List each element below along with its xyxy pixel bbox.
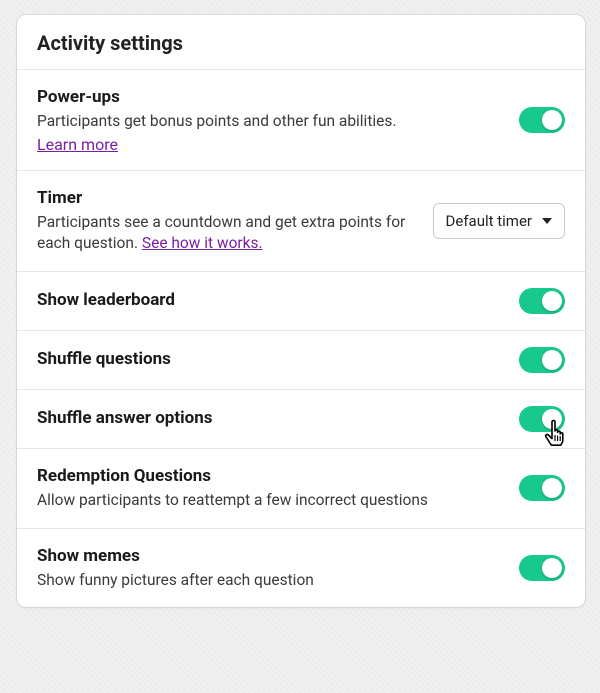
row-timer: Timer Participants see a countdown and g…: [17, 170, 585, 271]
toggle-memes[interactable]: [519, 555, 565, 581]
row-text-redemption: Redemption Questions Allow participants …: [37, 465, 503, 512]
see-how-it-works-link[interactable]: See how it works.: [142, 234, 263, 252]
row-title-shuffle-answers: Shuffle answer options: [37, 407, 503, 430]
row-text-timer: Timer Participants see a countdown and g…: [37, 187, 417, 255]
row-title-redemption: Redemption Questions: [37, 465, 503, 488]
row-text-power-ups: Power-ups Participants get bonus points …: [37, 86, 503, 154]
row-title-shuffle-questions: Shuffle questions: [37, 348, 503, 371]
chevron-down-icon: [542, 218, 552, 224]
toggle-knob: [542, 291, 562, 311]
toggle-knob: [542, 110, 562, 130]
row-leaderboard: Show leaderboard: [17, 271, 585, 330]
toggle-knob: [542, 409, 562, 429]
panel-header: Activity settings: [17, 15, 585, 69]
toggle-shuffle-questions[interactable]: [519, 347, 565, 373]
row-power-ups: Power-ups Participants get bonus points …: [17, 69, 585, 170]
row-text-shuffle-questions: Shuffle questions: [37, 348, 503, 371]
row-title-leaderboard: Show leaderboard: [37, 289, 503, 312]
row-title-power-ups: Power-ups: [37, 86, 503, 109]
row-desc-power-ups: Participants get bonus points and other …: [37, 111, 503, 133]
row-desc-timer: Participants see a countdown and get ext…: [37, 212, 417, 255]
row-title-timer: Timer: [37, 187, 417, 210]
toggle-power-ups[interactable]: [519, 107, 565, 133]
toggle-redemption[interactable]: [519, 475, 565, 501]
timer-select[interactable]: Default timer: [433, 203, 565, 239]
row-redemption: Redemption Questions Allow participants …: [17, 448, 585, 528]
toggle-knob: [542, 558, 562, 578]
row-text-memes: Show memes Show funny pictures after eac…: [37, 545, 503, 592]
timer-select-value: Default timer: [446, 212, 532, 230]
row-text-shuffle-answers: Shuffle answer options: [37, 407, 503, 430]
panel-title: Activity settings: [37, 31, 565, 55]
row-shuffle-questions: Shuffle questions: [17, 330, 585, 389]
activity-settings-panel: Activity settings Power-ups Participants…: [16, 14, 586, 608]
row-desc-memes: Show funny pictures after each question: [37, 570, 503, 592]
toggle-knob: [542, 478, 562, 498]
toggle-shuffle-answers[interactable]: [519, 406, 565, 432]
toggle-knob: [542, 350, 562, 370]
learn-more-link[interactable]: Learn more: [37, 135, 503, 154]
toggle-leaderboard[interactable]: [519, 288, 565, 314]
row-desc-redemption: Allow participants to reattempt a few in…: [37, 490, 503, 512]
row-title-memes: Show memes: [37, 545, 503, 568]
row-text-leaderboard: Show leaderboard: [37, 289, 503, 312]
row-shuffle-answers: Shuffle answer options: [17, 389, 585, 448]
row-memes: Show memes Show funny pictures after eac…: [17, 528, 585, 608]
